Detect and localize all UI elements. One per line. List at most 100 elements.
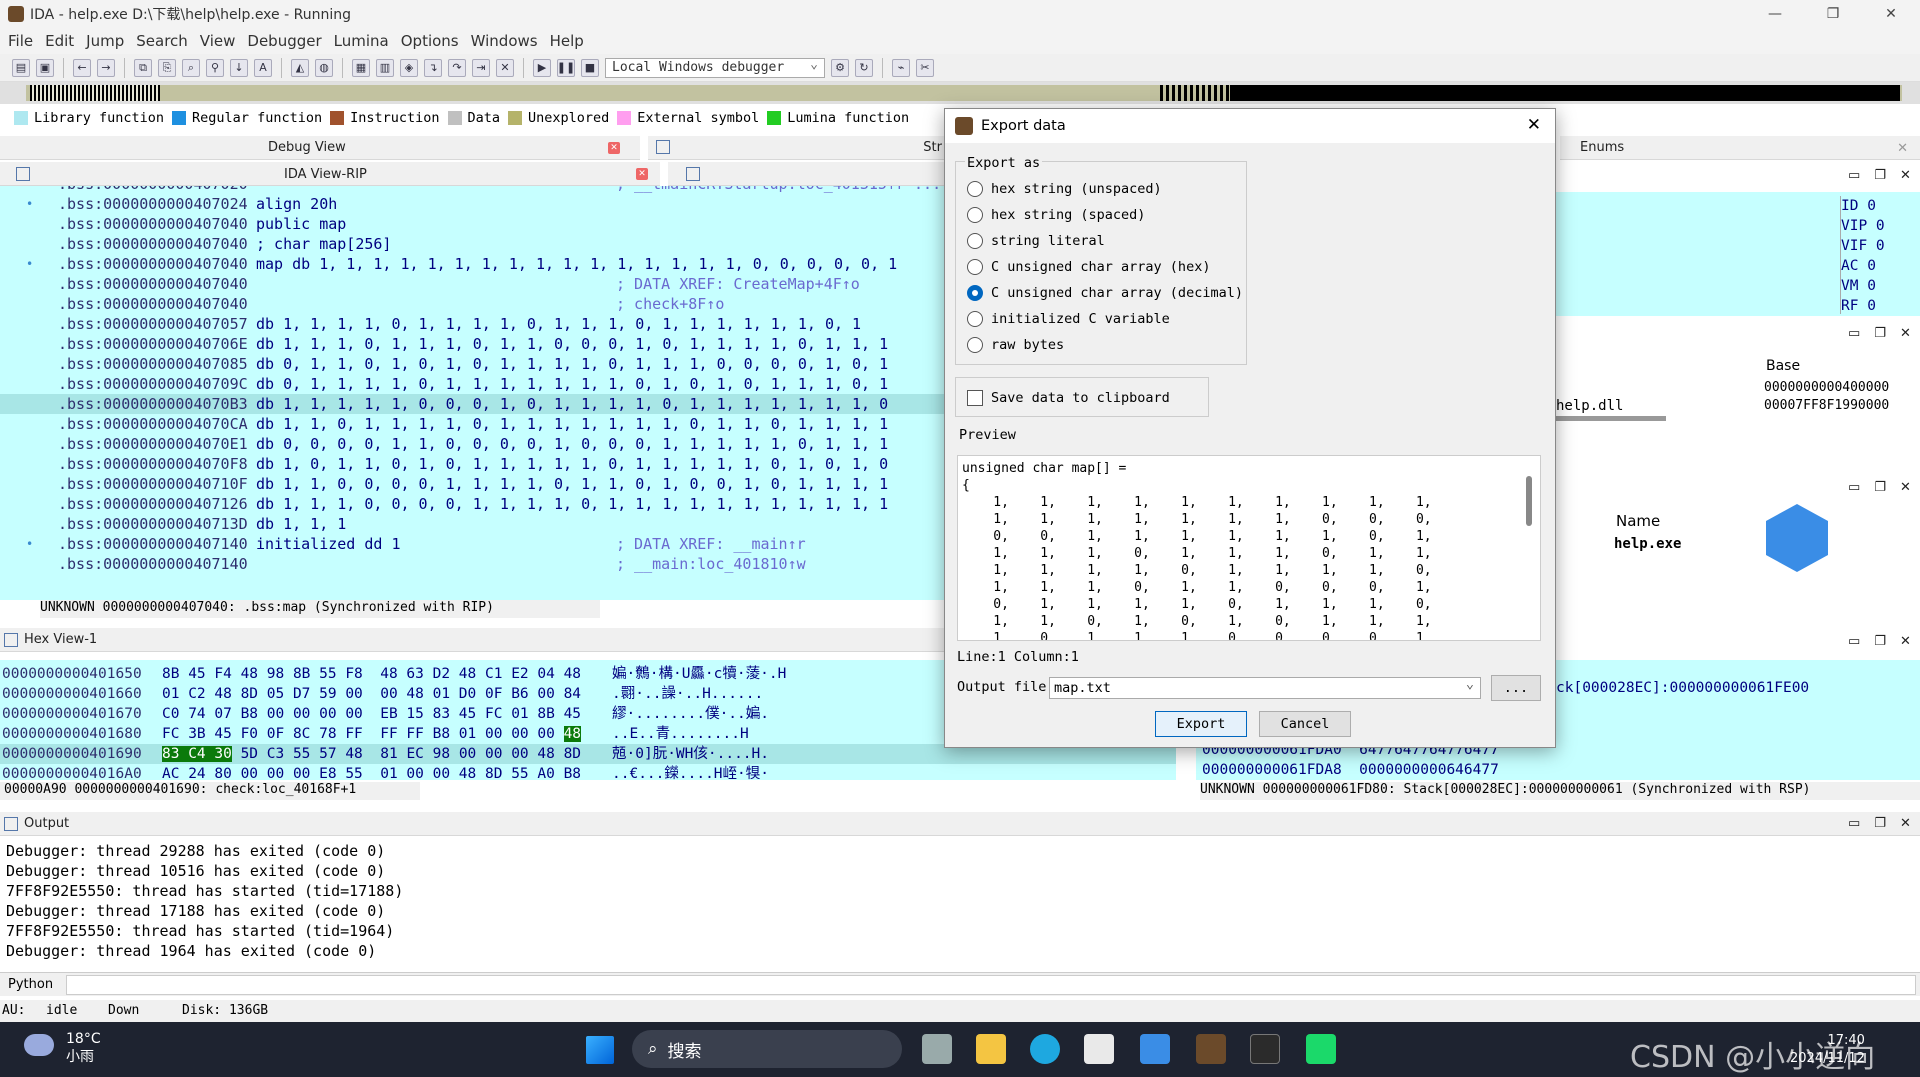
menu-search[interactable]: Search (132, 32, 196, 50)
close-tab-icon[interactable]: ✕ (608, 142, 620, 154)
preview-scrollbar[interactable] (1526, 476, 1532, 526)
breakpoint-icon[interactable]: ◈ (400, 58, 418, 77)
hex-row[interactable]: 00000000004016A0 AC 24 80 00 00 00 E8 55 … (0, 764, 1176, 780)
tools-icon[interactable]: ✂ (916, 58, 934, 77)
terminal-icon[interactable] (1250, 1034, 1280, 1064)
jump-down-icon[interactable]: ↓ (230, 58, 248, 77)
menu-edit[interactable]: Edit (41, 32, 82, 50)
open-file-icon[interactable]: ▤ (12, 58, 30, 77)
export-option[interactable]: initialized C variable (967, 311, 1170, 327)
store-icon[interactable] (1084, 1034, 1114, 1064)
task-view-icon[interactable] (922, 1034, 952, 1064)
export-button[interactable]: Export (1155, 711, 1247, 737)
close-pane-icon[interactable]: ✕ (1900, 634, 1911, 649)
play-icon[interactable]: ▶ (533, 58, 551, 77)
menu-debugger[interactable]: Debugger (243, 32, 329, 50)
flag-register[interactable]: VIF 0 (1841, 236, 1916, 256)
run-to-cursor-icon[interactable]: ⇥ (472, 58, 490, 77)
stack-row[interactable]: 000000000061FDA8 0000000000646477 (1202, 762, 1499, 778)
graph-icon[interactable]: ◭ (291, 58, 309, 77)
command-input[interactable] (66, 975, 1916, 995)
save-icon[interactable]: ▣ (36, 58, 54, 77)
structs-icon[interactable]: ▥ (376, 58, 394, 77)
save-to-clipboard-checkbox[interactable]: Save data to clipboard (967, 390, 1170, 406)
disasm-line[interactable]: .bss:000000000040706E db 1, 1, 1, 0, 1, 1… (0, 334, 944, 354)
disasm-line[interactable]: .bss:0000000000407040 ; check+8F↑o (0, 294, 944, 314)
pycharm-icon[interactable] (1306, 1034, 1336, 1064)
preview-text[interactable]: unsigned char map[] = { 1, 1, 1, 1, 1, 1,… (957, 455, 1541, 641)
segments-icon[interactable]: ▦ (352, 58, 370, 77)
trace-icon[interactable]: ⌁ (892, 58, 910, 77)
disasm-line[interactable]: • .bss:0000000000407040 map db 1, 1, 1, 1,… (0, 254, 944, 274)
menu-view[interactable]: View (196, 32, 244, 50)
output-window[interactable]: Debugger: thread 29288 has exited (code … (0, 838, 1910, 966)
flag-register[interactable]: VIP 0 (1841, 216, 1916, 236)
export-option[interactable]: C unsigned char array (hex) (967, 259, 1210, 275)
minimize-pane-icon[interactable]: ▭ (1848, 326, 1860, 341)
browse-button[interactable]: ... (1491, 675, 1541, 701)
flag-register[interactable]: RF 0 (1841, 296, 1916, 316)
disasm-line[interactable]: .bss:00000000004070CA db 1, 1, 0, 1, 1, 1… (0, 414, 944, 434)
menu-help[interactable]: Help (546, 32, 592, 50)
minimize-pane-icon[interactable]: ▭ (1848, 168, 1860, 183)
disasm-line[interactable]: .bss:0000000000407020 ; __tmainCRTStartup… (0, 186, 944, 194)
float-pane-icon[interactable]: ❐ (1874, 816, 1886, 831)
pause-icon[interactable]: ❚❚ (557, 58, 575, 77)
attach-icon[interactable]: ⚙ (831, 58, 849, 77)
disasm-line[interactable]: .bss:0000000000407040 ; DATA XREF: Create… (0, 274, 944, 294)
disasm-line[interactable]: • .bss:0000000000407140 initialized dd 1 ; … (0, 534, 944, 554)
tab-hex-sync[interactable] (668, 162, 944, 186)
float-pane-icon[interactable]: ❐ (1874, 634, 1886, 649)
modules-pane[interactable]: Base 0000000000400000 help.dll 00007FF8F… (1556, 346, 1920, 422)
step-over-icon[interactable]: ↷ (448, 58, 466, 77)
disasm-line[interactable]: .bss:000000000040710F db 1, 1, 0, 0, 0, 0… (0, 474, 944, 494)
close-icon[interactable]: ✕ (1862, 0, 1920, 28)
system-clock[interactable]: 17:40 2024/11/12 (1790, 1032, 1865, 1068)
modules-scrollbar[interactable] (1556, 416, 1666, 421)
stop-icon[interactable]: ■ (581, 58, 599, 77)
close-tab-icon[interactable]: ✕ (1897, 141, 1908, 156)
flag-register[interactable]: VM 0 (1841, 276, 1916, 296)
disasm-line[interactable]: .bss:000000000040709C db 0, 1, 1, 1, 1, 0… (0, 374, 944, 394)
menu-jump[interactable]: Jump (82, 32, 132, 50)
close-pane-icon[interactable]: ✕ (1900, 480, 1911, 495)
start-icon[interactable] (586, 1036, 614, 1064)
edge-icon[interactable] (1030, 1034, 1060, 1064)
export-option[interactable]: hex string (unspaced) (967, 181, 1162, 197)
close-tab-icon[interactable]: ✕ (636, 168, 648, 180)
dialog-close-icon[interactable]: ✕ (1527, 115, 1541, 135)
minimize-pane-icon[interactable]: ▭ (1848, 634, 1860, 649)
minimize-icon[interactable]: — (1746, 0, 1804, 28)
minimize-pane-icon[interactable]: ▭ (1848, 480, 1860, 495)
menu-file[interactable]: File (4, 32, 41, 50)
tab-enums[interactable]: Enums ✕ (1560, 136, 1920, 160)
binary-search-icon[interactable]: ⚲ (206, 58, 224, 77)
paste-icon[interactable]: ⎘ (158, 58, 176, 77)
refresh-icon[interactable]: ↻ (855, 58, 873, 77)
close-pane-icon[interactable]: ✕ (1900, 816, 1911, 831)
disasm-line[interactable]: .bss:0000000000407040 ; char map[256] (0, 234, 944, 254)
flag-register[interactable]: AC 0 (1841, 256, 1916, 276)
lumina-icon[interactable]: ◍ (315, 58, 333, 77)
ida-disassembly-view[interactable]: .bss:0000000000407020 ; __tmainCRTStartup… (0, 186, 944, 600)
export-option[interactable]: string literal (967, 233, 1105, 249)
float-pane-icon[interactable]: ❐ (1874, 480, 1886, 495)
forward-arrow-icon[interactable]: → (97, 58, 115, 77)
minimize-pane-icon[interactable]: ▭ (1848, 816, 1860, 831)
find-icon[interactable]: ⌕ (182, 58, 200, 77)
disasm-line[interactable]: .bss:0000000000407085 db 0, 1, 1, 0, 1, 0… (0, 354, 944, 374)
threads-pane[interactable]: Name help.exe (1556, 500, 1920, 628)
file-explorer-icon[interactable] (976, 1034, 1006, 1064)
cancel-icon[interactable]: ✕ (496, 58, 514, 77)
bird-app-icon[interactable] (1140, 1034, 1170, 1064)
close-pane-icon[interactable]: ✕ (1900, 168, 1911, 183)
taskbar-search[interactable]: ⌕ 搜索 (632, 1030, 902, 1068)
flag-register[interactable]: ID 0 (1841, 196, 1916, 216)
weather-widget[interactable]: 18°C 小雨 (66, 1030, 101, 1066)
tab-debug-view[interactable]: Debug View ✕ (0, 136, 640, 160)
export-option[interactable]: raw bytes (967, 337, 1064, 353)
step-into-icon[interactable]: ↴ (424, 58, 442, 77)
menu-windows[interactable]: Windows (467, 32, 546, 50)
navigation-band[interactable] (0, 82, 1920, 104)
menu-options[interactable]: Options (397, 32, 467, 50)
